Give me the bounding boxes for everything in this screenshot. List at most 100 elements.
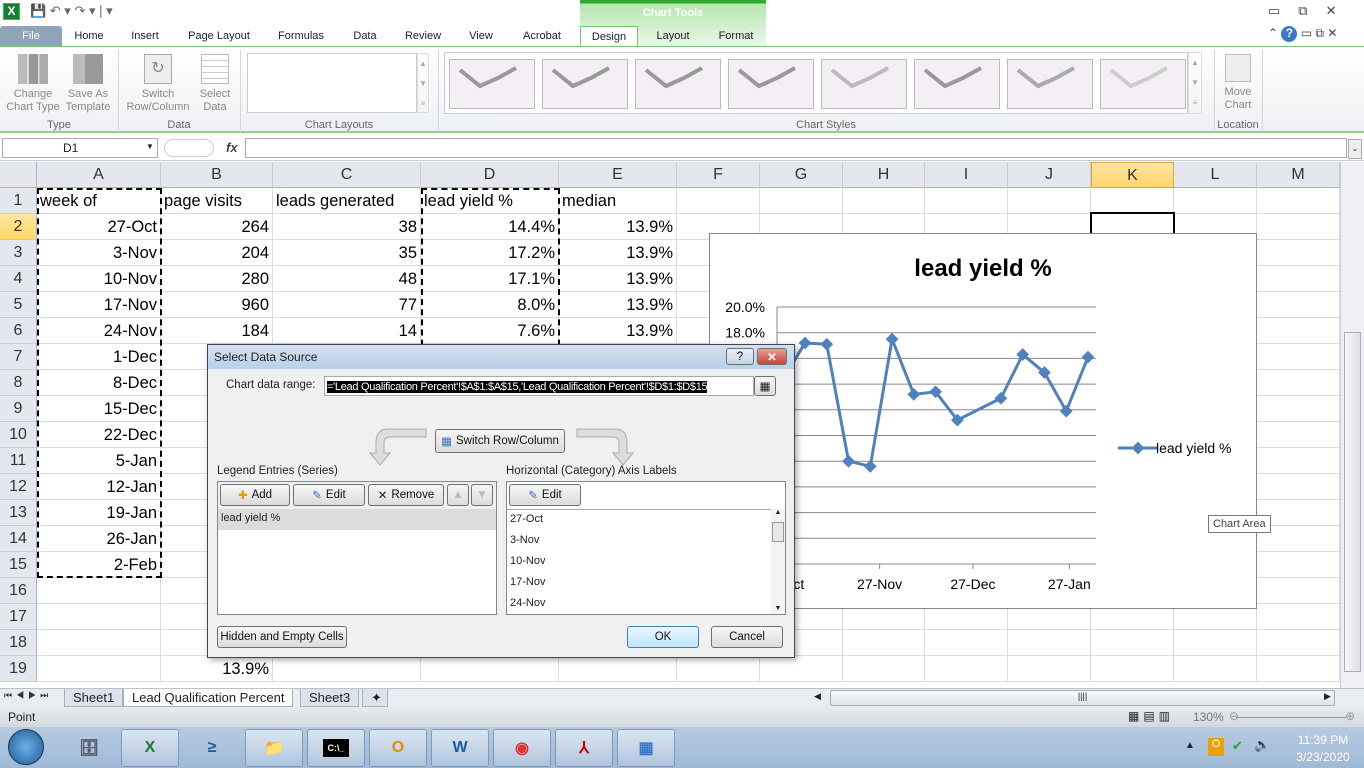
- category-item[interactable]: 17-Nov: [507, 573, 771, 594]
- edit-axis-labels-button[interactable]: ✎ Edit: [509, 484, 581, 506]
- cell-L1[interactable]: [1174, 188, 1257, 214]
- cell-A8[interactable]: 8-Dec: [37, 370, 161, 396]
- data-point[interactable]: [1059, 404, 1073, 418]
- cell-E2[interactable]: 13.9%: [559, 214, 677, 240]
- category-list[interactable]: 27-Oct 3-Nov 10-Nov 17-Nov 24-Nov: [507, 509, 771, 614]
- zoom-out-icon[interactable]: ⊖: [1229, 709, 1239, 723]
- cancel-button[interactable]: Cancel: [711, 626, 783, 648]
- sheet-tab-sheet3[interactable]: Sheet3: [300, 689, 360, 707]
- cell-A2[interactable]: 27-Oct: [37, 214, 161, 240]
- tab-layout[interactable]: Layout: [646, 26, 700, 46]
- row-header-2[interactable]: 2: [0, 214, 37, 240]
- tab-formulas[interactable]: Formulas: [270, 26, 332, 46]
- column-header-L[interactable]: L: [1174, 162, 1257, 188]
- taskbar-explorer-icon[interactable]: 📁: [245, 729, 303, 767]
- row-header-12[interactable]: 12: [0, 474, 37, 500]
- taskbar-calculator-icon[interactable]: ▦: [617, 729, 675, 767]
- cell-A10[interactable]: 22-Dec: [37, 422, 161, 448]
- select-all-button[interactable]: [0, 162, 37, 188]
- chart-style-thumbnail[interactable]: [728, 59, 814, 109]
- horizontal-scrollbar[interactable]: ||||: [830, 690, 1335, 706]
- data-point[interactable]: [820, 337, 834, 351]
- row-header-5[interactable]: 5: [0, 292, 37, 318]
- cell-A6[interactable]: 24-Nov: [37, 318, 161, 344]
- cell-C1[interactable]: leads generated: [273, 188, 421, 214]
- insert-sheet-icon[interactable]: ✦: [362, 689, 388, 707]
- tab-insert[interactable]: Insert: [122, 26, 168, 46]
- cell-G19[interactable]: [760, 656, 843, 682]
- vertical-scroll-thumb[interactable]: [1344, 332, 1361, 672]
- data-point[interactable]: [798, 336, 812, 350]
- cell-M9[interactable]: [1257, 396, 1340, 422]
- view-buttons[interactable]: ▦▤▥: [1128, 709, 1174, 723]
- cell-A3[interactable]: 3-Nov: [37, 240, 161, 266]
- row-header-3[interactable]: 3: [0, 240, 37, 266]
- cell-E19[interactable]: [559, 656, 677, 682]
- column-header-B[interactable]: B: [161, 162, 273, 188]
- cell-D4[interactable]: 17.1%: [421, 266, 559, 292]
- save-as-template-button[interactable]: Save As Template: [62, 54, 114, 114]
- sheet-tab-lead-qualification-percent[interactable]: Lead Qualification Percent: [123, 689, 294, 707]
- cell-B6[interactable]: 184: [161, 318, 273, 344]
- tab-design[interactable]: Design: [580, 26, 638, 47]
- row-header-15[interactable]: 15: [0, 552, 37, 578]
- cell-A13[interactable]: 19-Jan: [37, 500, 161, 526]
- scroll-right-icon[interactable]: ▶: [1324, 691, 1331, 702]
- zoom-in-icon[interactable]: ⊕: [1345, 709, 1355, 723]
- cell-B3[interactable]: 204: [161, 240, 273, 266]
- cell-A17[interactable]: [37, 604, 161, 630]
- ok-button[interactable]: OK: [627, 626, 699, 648]
- cell-K1[interactable]: [1091, 188, 1174, 214]
- taskbar-word-icon[interactable]: W: [431, 729, 489, 767]
- series-item[interactable]: lead yield %: [218, 509, 496, 530]
- chart-title[interactable]: lead yield %: [914, 255, 1051, 282]
- taskbar-excel-icon[interactable]: X: [121, 729, 179, 767]
- cell-M11[interactable]: [1257, 448, 1340, 474]
- cell-M19[interactable]: [1257, 656, 1340, 682]
- cell-D6[interactable]: 7.6%: [421, 318, 559, 344]
- cell-K18[interactable]: [1091, 630, 1174, 656]
- column-header-C[interactable]: C: [273, 162, 421, 188]
- taskbar-outlook-icon[interactable]: O: [369, 729, 427, 767]
- data-point[interactable]: [907, 388, 921, 401]
- tray-expand-icon[interactable]: ▲: [1185, 740, 1195, 751]
- chart-style-thumbnail[interactable]: [1100, 59, 1186, 109]
- tab-review[interactable]: Review: [398, 26, 448, 46]
- tab-acrobat[interactable]: Acrobat: [514, 26, 570, 46]
- tab-home[interactable]: Home: [66, 26, 112, 46]
- row-header-17[interactable]: 17: [0, 604, 37, 630]
- add-series-button[interactable]: ✚ Add: [220, 484, 290, 506]
- tray-office-icon[interactable]: O: [1208, 738, 1224, 756]
- column-header-F[interactable]: F: [677, 162, 760, 188]
- change-chart-type-button[interactable]: Change Chart Type: [4, 54, 62, 114]
- cell-H18[interactable]: [843, 630, 925, 656]
- cell-A11[interactable]: 5-Jan: [37, 448, 161, 474]
- column-header-I[interactable]: I: [925, 162, 1008, 188]
- scroll-left-icon[interactable]: ◀: [814, 691, 821, 702]
- chart-style-thumbnail[interactable]: [821, 59, 907, 109]
- cell-C4[interactable]: 48: [273, 266, 421, 292]
- cell-M1[interactable]: [1257, 188, 1340, 214]
- row-header-16[interactable]: 16: [0, 578, 37, 604]
- switch-row-column-button[interactable]: ↻ Switch Row/Column: [122, 54, 194, 114]
- legend-label[interactable]: lead yield %: [1156, 440, 1232, 456]
- cell-E5[interactable]: 13.9%: [559, 292, 677, 318]
- data-point[interactable]: [842, 454, 855, 468]
- start-button[interactable]: [8, 729, 44, 765]
- cell-C19[interactable]: [273, 656, 421, 682]
- cell-D2[interactable]: 14.4%: [421, 214, 559, 240]
- cell-M15[interactable]: [1257, 552, 1340, 578]
- tab-data[interactable]: Data: [345, 26, 385, 46]
- column-header-D[interactable]: D: [421, 162, 559, 188]
- tray-clock[interactable]: 11:39 PM 3/23/2020: [1290, 733, 1356, 764]
- cell-E1[interactable]: median: [559, 188, 677, 214]
- cell-M4[interactable]: [1257, 266, 1340, 292]
- series-list[interactable]: lead yield %: [218, 509, 496, 614]
- category-item[interactable]: 10-Nov: [507, 552, 771, 573]
- tray-network-icon[interactable]: ✔: [1232, 738, 1243, 754]
- collapse-dialog-icon[interactable]: ▦: [754, 376, 776, 396]
- cell-D1[interactable]: lead yield %: [421, 188, 559, 214]
- cell-B1[interactable]: page visits: [161, 188, 273, 214]
- minimize-ribbon-icon[interactable]: ⌃: [1268, 26, 1278, 40]
- help-icon[interactable]: ?: [1281, 26, 1298, 42]
